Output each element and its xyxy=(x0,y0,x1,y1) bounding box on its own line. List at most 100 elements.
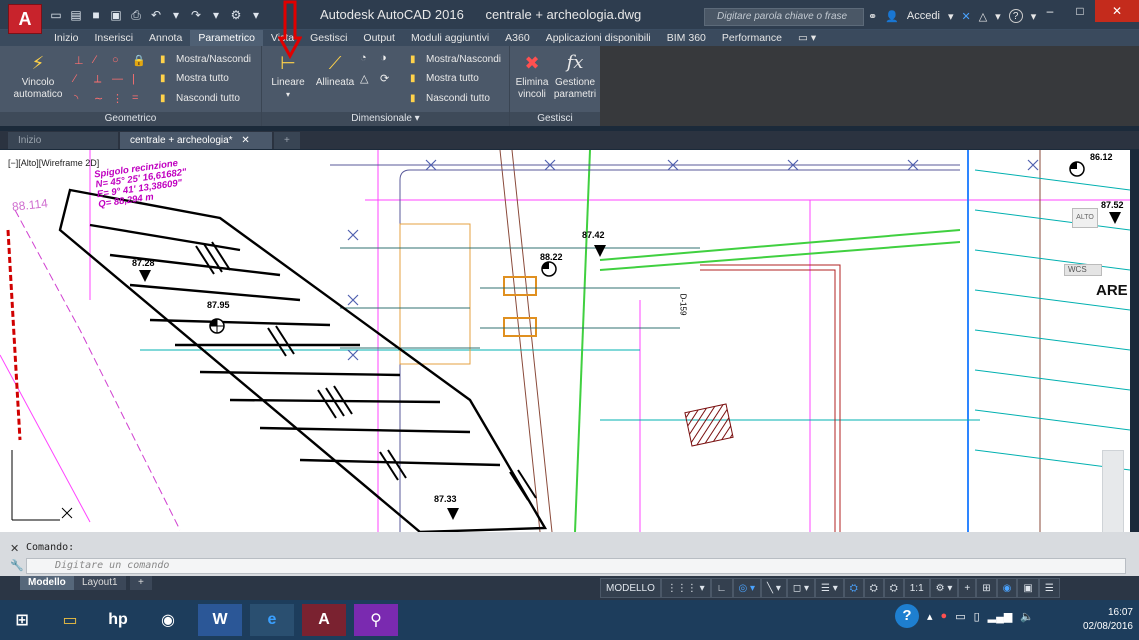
signin-link[interactable]: Accedi xyxy=(907,10,940,22)
geo-nascondi-tutto-button[interactable]: ▮ Nascondi tutto xyxy=(160,92,240,106)
scale-button[interactable]: 1:1 xyxy=(903,578,930,598)
polar-icon[interactable]: ◎ ▾ xyxy=(732,578,762,598)
media-player-icon[interactable]: ◉ xyxy=(146,604,190,636)
lineweight-icon[interactable]: ☰ ▾ xyxy=(814,578,844,598)
antivirus-icon[interactable]: ● xyxy=(941,610,948,622)
tray-app-icon[interactable]: ▭ xyxy=(955,610,965,623)
save-icon[interactable]: ■ xyxy=(88,8,104,22)
search-input[interactable]: Digitare parola chiave o frase xyxy=(704,8,864,26)
viewcube[interactable]: ALTO xyxy=(1072,208,1098,228)
lineare-dropdown-icon[interactable]: ▾ xyxy=(268,89,308,101)
tab-modello[interactable]: Modello xyxy=(20,576,74,590)
command-input[interactable]: Digitare un comando xyxy=(26,558,1126,574)
minimize-icon[interactable]: – xyxy=(1035,0,1065,22)
collinear-icon[interactable]: ∕ xyxy=(94,54,96,66)
redo-icon[interactable]: ↷ xyxy=(188,8,204,22)
parallel-icon[interactable]: ∕ xyxy=(74,73,76,85)
annotation-scale-icon[interactable]: ⛭ xyxy=(883,578,904,598)
a360-icon[interactable]: △ xyxy=(979,10,987,23)
customize-qat-icon[interactable]: ▾ xyxy=(248,8,264,22)
doc-tab-current[interactable]: centrale + archeologia* ✕ xyxy=(120,132,272,149)
customize-status-icon[interactable]: ☰ xyxy=(1038,578,1060,598)
perpendicular-icon[interactable]: ⟂ xyxy=(94,73,101,86)
file-explorer-icon[interactable]: ▭ xyxy=(48,604,92,636)
vincolo-automatico-button[interactable]: ⚡ Vincolo automatico xyxy=(10,52,66,101)
isolate-icon[interactable]: ⊞ xyxy=(976,578,997,598)
wcs-menu[interactable]: WCS xyxy=(1064,264,1102,276)
hp-icon[interactable]: hp xyxy=(96,604,140,636)
gestione-parametri-button[interactable]: fx Gestione parametri xyxy=(552,52,598,101)
battery-icon[interactable]: ▯ xyxy=(974,610,980,623)
customize-command-icon[interactable]: 🔧 xyxy=(10,559,24,572)
internet-explorer-icon[interactable]: e xyxy=(250,604,294,636)
clock[interactable]: 16:07 02/08/2016 xyxy=(1083,606,1133,634)
volume-icon[interactable]: 🔈 xyxy=(1020,610,1034,623)
help-tray-icon[interactable]: ? xyxy=(895,604,919,628)
autocad-taskbar-icon[interactable]: A xyxy=(302,604,346,636)
close-command-icon[interactable]: ✕ xyxy=(10,542,19,555)
save-as-icon[interactable]: ▣ xyxy=(108,8,124,22)
angular-dim-icon[interactable]: ◔ xyxy=(360,52,367,64)
geo-mostra-tutto-button[interactable]: ▮ Mostra tutto xyxy=(160,72,229,86)
dim-nascondi-tutto-button[interactable]: ▮ Nascondi tutto xyxy=(410,92,490,106)
help-dropdown-icon[interactable]: ▾ xyxy=(995,10,1001,23)
panel-title-geometrico[interactable]: Geometrico xyxy=(0,112,261,126)
radius-dim-icon[interactable]: ◑ xyxy=(380,52,387,64)
tab-inserisci[interactable]: Inserisci xyxy=(87,30,142,46)
smooth-icon[interactable]: ∼ xyxy=(94,92,103,105)
tab-gestisci[interactable]: Gestisci xyxy=(302,30,355,46)
model-space-button[interactable]: MODELLO xyxy=(600,578,661,598)
auto-scale-icon[interactable]: ⛭ xyxy=(863,578,884,598)
windows-start-icon[interactable]: ⊞ xyxy=(0,604,44,636)
undo-icon[interactable]: ↶ xyxy=(148,8,164,22)
signin-dropdown-icon[interactable]: ▾ xyxy=(948,10,954,23)
drawing-canvas[interactable]: [−][Alto][Wireframe 2D] Spigolo recinzio… xyxy=(0,150,1130,532)
show-hidden-icon[interactable]: ▴ xyxy=(927,610,933,623)
tab-a360[interactable]: A360 xyxy=(497,30,538,46)
vertical-icon[interactable]: | xyxy=(132,73,135,85)
redo-dropdown-icon[interactable]: ▾ xyxy=(208,8,224,22)
help-button[interactable]: ? xyxy=(1008,9,1023,23)
convert-dim-icon[interactable]: ⟳ xyxy=(380,72,389,85)
wifi-icon[interactable]: ▂▄▆ xyxy=(988,610,1013,623)
binoculars-icon[interactable]: ⚭ xyxy=(868,10,877,23)
workspace-icon[interactable]: ⚙ xyxy=(228,8,244,22)
dim-mostra-nascondi-button[interactable]: ▮ Mostra/Nascondi xyxy=(410,53,501,67)
tab-parametrico[interactable]: Parametrico xyxy=(190,30,263,46)
tab-performance[interactable]: Performance xyxy=(714,30,790,46)
navigation-bar[interactable] xyxy=(1102,450,1124,532)
word-icon[interactable]: W xyxy=(198,604,242,636)
tab-layout1[interactable]: Layout1 xyxy=(74,576,126,590)
open-file-icon[interactable]: ▤ xyxy=(68,8,84,22)
panel-title-dimensionale[interactable]: Dimensionale ▾ xyxy=(262,112,509,126)
new-file-icon[interactable]: ▭ xyxy=(48,8,64,22)
plus-icon[interactable]: + xyxy=(958,578,977,598)
ortho-icon[interactable]: ∟ xyxy=(710,578,733,598)
geo-mostra-nascondi-button[interactable]: ▮ Mostra/Nascondi xyxy=(160,53,251,67)
doc-tab-inizio[interactable]: Inizio xyxy=(8,132,118,149)
print-icon[interactable]: ⎙ xyxy=(128,8,144,22)
diameter-dim-icon[interactable]: △ xyxy=(360,72,368,85)
tab-annota[interactable]: Annota xyxy=(141,30,190,46)
osnap-icon[interactable]: ◻ ▾ xyxy=(786,578,815,598)
dim-mostra-tutto-button[interactable]: ▮ Mostra tutto xyxy=(410,72,479,86)
application-menu-button[interactable]: A xyxy=(8,4,42,34)
new-tab-icon[interactable]: + xyxy=(274,132,300,149)
horizontal-icon[interactable]: — xyxy=(112,73,123,85)
workspace-switch-icon[interactable]: ⚙ ▾ xyxy=(929,578,959,598)
allineata-button[interactable]: ⟋ Allineata xyxy=(312,52,358,89)
tab-applicazioni[interactable]: Applicazioni disponibili xyxy=(538,30,659,46)
elimina-vincoli-button[interactable]: ✖ Elimina vincoli xyxy=(512,52,552,101)
exchange-icon[interactable]: ✕ xyxy=(961,10,970,23)
undo-dropdown-icon[interactable]: ▾ xyxy=(168,8,184,22)
panel-title-gestisci[interactable]: Gestisci xyxy=(510,112,600,126)
tab-inizio[interactable]: Inizio xyxy=(46,30,87,46)
isodraft-icon[interactable]: ╲ ▾ xyxy=(761,578,787,598)
concentric-icon[interactable]: ○ xyxy=(112,54,119,66)
close-tab-icon[interactable]: ✕ xyxy=(241,135,249,146)
search-app-icon[interactable]: ⚲ xyxy=(354,604,398,636)
tangent-icon[interactable]: ◝ xyxy=(74,92,78,105)
tab-output[interactable]: Output xyxy=(355,30,403,46)
hardware-accel-icon[interactable]: ◉ xyxy=(996,578,1018,598)
coincident-icon[interactable]: ⊥ xyxy=(74,54,84,67)
